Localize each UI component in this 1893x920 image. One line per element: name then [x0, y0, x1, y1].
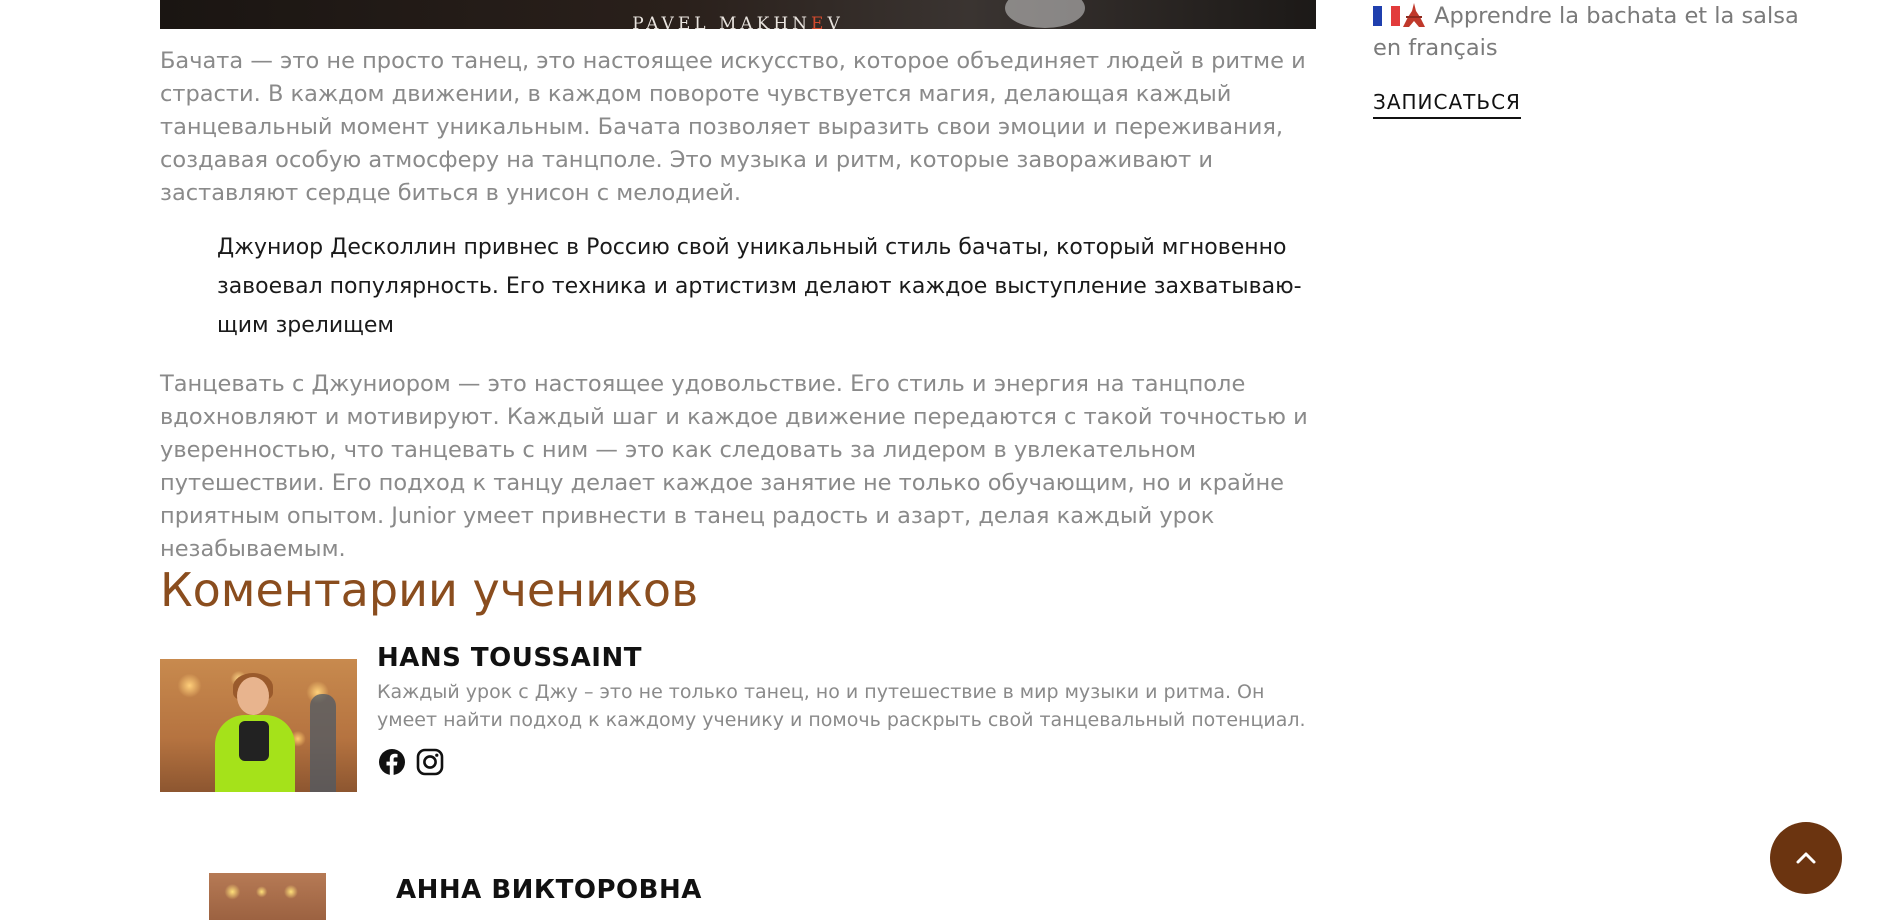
reviewer-name: АННА ВИКТОРОВНА: [396, 875, 702, 905]
watermark-text-start: PAVEL MAKHN: [632, 14, 812, 29]
review-text: Каждый урок с Джу – это не только танец,…: [377, 681, 1306, 731]
background-person: [310, 694, 336, 792]
reviewer-figure: [215, 669, 295, 792]
instagram-icon[interactable]: [416, 748, 444, 776]
watermark-text-accent: E: [811, 14, 828, 29]
french-course-link[interactable]: Apprendre la bachata et la salsa en fran…: [1373, 0, 1823, 64]
facebook-icon[interactable]: [378, 748, 406, 776]
article-paragraph: Бачата — это не просто танец, это настоя…: [160, 48, 1306, 206]
article-quote: Джуниор Десколлин привнес в Россию свой …: [217, 235, 1302, 338]
chevron-up-icon: [1796, 852, 1816, 864]
photographer-watermark: PAVEL MAKHNEV: [160, 14, 1316, 29]
signup-link[interactable]: ЗАПИСАТЬСЯ: [1373, 90, 1521, 119]
french-course-label: Apprendre la bachata et la salsa en fran…: [1373, 3, 1799, 61]
reviewer-name: HANS TOUSSAINT: [377, 643, 642, 673]
reviewer-photo: [160, 659, 357, 792]
scroll-to-top-button[interactable]: [1770, 822, 1842, 894]
watermark-text-end: V: [827, 14, 844, 29]
reviewer-photo: [209, 873, 326, 920]
eiffel-tower-icon: [1403, 3, 1425, 27]
article-paragraph: Танцевать с Джуниором — это настоящее уд…: [160, 371, 1308, 562]
reviews-title: Коментарии учеников: [160, 563, 699, 617]
france-flag-icon: [1373, 6, 1401, 26]
hero-image: PAVEL MAKHNEV: [160, 0, 1316, 29]
